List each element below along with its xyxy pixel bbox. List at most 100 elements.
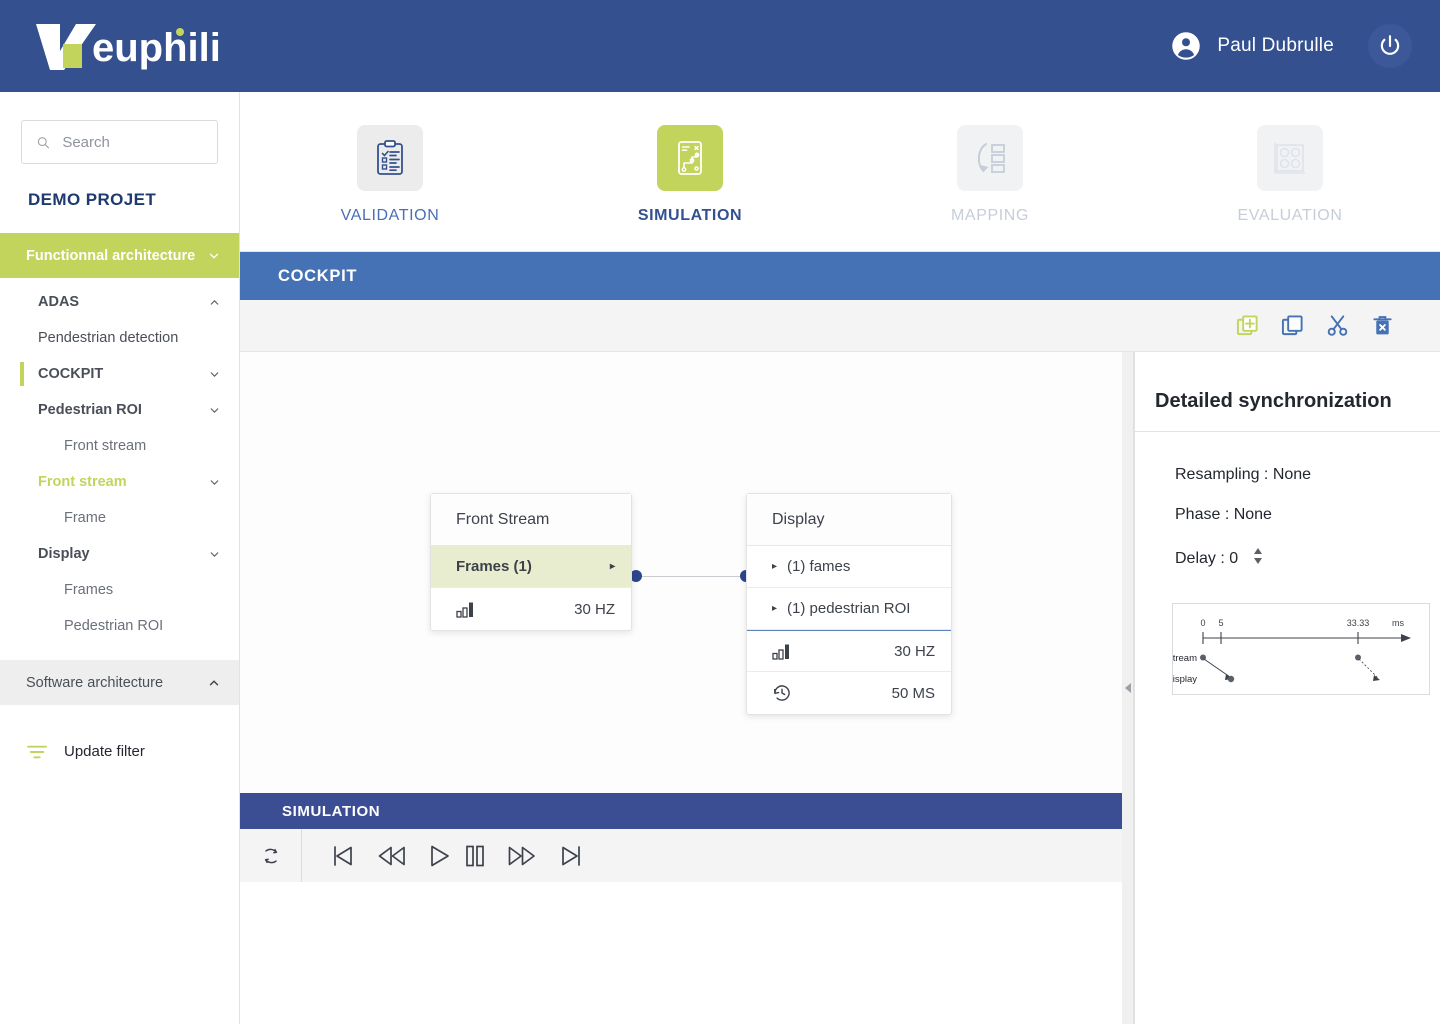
evaluation-grid-icon	[1274, 143, 1305, 174]
chevron-down-icon[interactable]	[208, 476, 221, 489]
tree-item-display[interactable]: Display	[0, 536, 239, 572]
node-title: Front Stream	[431, 494, 631, 546]
resampling-value: Resampling : None	[1175, 466, 1312, 483]
tree-item-label: Display	[38, 546, 90, 562]
search-input[interactable]	[62, 133, 203, 151]
brand-logo[interactable]: euphilia	[30, 18, 220, 74]
diagram-canvas[interactable]: Front Stream Frames (1) ▸ 30 HZ Display	[240, 352, 1134, 793]
tree-item-frame[interactable]: Frame	[0, 500, 239, 536]
chevron-down-icon[interactable]	[208, 404, 221, 417]
search-icon	[37, 136, 50, 148]
delay-row: Delay : 0	[1155, 546, 1420, 571]
connection-line	[636, 576, 746, 577]
expander-icon[interactable]: ▸	[772, 561, 777, 572]
tree-item-pedestrian-roi-child[interactable]: Pedestrian ROI	[0, 608, 239, 644]
node-row-label: (1) pedestrian ROI	[787, 600, 911, 617]
search-box[interactable]	[21, 120, 218, 164]
chevron-up-icon	[209, 679, 219, 685]
play-icon[interactable]	[428, 843, 452, 869]
tab-label: EVALUATION	[1237, 207, 1343, 224]
node-display[interactable]: Display ▸ (1) fames ▸ (1) pedestrian ROI	[746, 493, 952, 715]
tree-item-front-stream-child[interactable]: Front stream	[0, 428, 239, 464]
rewind-icon[interactable]	[378, 843, 406, 869]
loop-icon[interactable]	[240, 829, 302, 882]
cut-icon[interactable]	[1326, 314, 1349, 337]
sidebar-section-software-architecture[interactable]: Software architecture	[0, 660, 239, 705]
node-row-latency[interactable]: 50 MS	[747, 672, 951, 714]
panel-collapse-handle[interactable]	[1122, 352, 1134, 1024]
node-row-fames[interactable]: ▸ (1) fames	[747, 546, 951, 588]
filter-icon	[27, 745, 47, 758]
panel-title: Detailed synchronization	[1135, 352, 1440, 432]
tab-validation[interactable]: VALIDATION	[240, 92, 540, 225]
add-icon[interactable]	[1236, 314, 1259, 337]
sidebar-tree: ADAS Pendestrian detection COCKPIT Pedes…	[0, 278, 239, 644]
tab-icon-tile	[357, 125, 423, 191]
euphilia-logo-icon: euphilia	[36, 24, 220, 70]
tree-item-cockpit[interactable]: COCKPIT	[0, 356, 239, 392]
node-front-stream[interactable]: Front Stream Frames (1) ▸ 30 HZ	[430, 493, 632, 631]
sidebar-section-functional-architecture[interactable]: Functionnal architecture	[0, 233, 239, 278]
chevron-down-icon	[209, 253, 219, 259]
fast-forward-icon[interactable]	[508, 843, 536, 869]
node-row-rate[interactable]: 30 HZ	[431, 588, 631, 630]
tab-simulation[interactable]: SIMULATION	[540, 92, 840, 225]
expander-icon[interactable]: ▸	[772, 603, 777, 614]
mapping-arrow-icon	[977, 143, 1005, 173]
user-menu[interactable]: Paul Dubrulle	[1171, 31, 1334, 61]
tree-item-label: Front stream	[64, 438, 147, 454]
top-navigation: VALIDATION SIMULATION MAPPING EVALUATION	[240, 92, 1440, 252]
tab-evaluation[interactable]: EVALUATION	[1140, 92, 1440, 225]
sidebar: DEMO PROJET Functionnal architecture ADA…	[0, 92, 240, 1024]
simulation-controls	[240, 829, 1122, 882]
chevron-left-icon	[1124, 683, 1131, 693]
history-icon	[772, 683, 792, 703]
timeline-event-dot	[1227, 675, 1235, 683]
skip-next-icon[interactable]	[558, 843, 584, 869]
canvas-toolbar	[240, 300, 1440, 352]
tab-label: SIMULATION	[637, 207, 743, 224]
skip-previous-icon[interactable]	[330, 843, 356, 869]
tree-item-adas[interactable]: ADAS	[0, 284, 239, 320]
tab-label: MAPPING	[951, 207, 1029, 224]
tree-item-front-stream[interactable]: Front stream	[0, 464, 239, 500]
tree-item-label: Front stream	[38, 474, 127, 490]
stepper-up-down-icon[interactable]	[1252, 546, 1264, 571]
tree-item-frames[interactable]: Frames	[0, 572, 239, 608]
tree-item-label: Pendestrian detection	[38, 330, 179, 346]
update-filter-button[interactable]: Update filter	[0, 705, 239, 760]
account-circle-icon	[1172, 32, 1201, 60]
content-title-bar: COCKPIT	[240, 252, 1440, 300]
node-row-value: 50 MS	[891, 684, 935, 702]
phase-value: Phase : None	[1175, 506, 1272, 523]
simulation-title-bar: SIMULATION	[240, 793, 1122, 829]
tree-item-pedestrian-roi[interactable]: Pedestrian ROI	[0, 392, 239, 428]
chevron-up-icon[interactable]	[208, 296, 221, 309]
node-row-frames[interactable]: Frames (1) ▸	[431, 546, 631, 588]
power-button[interactable]	[1368, 24, 1412, 68]
tab-mapping[interactable]: MAPPING	[840, 92, 1140, 225]
sidebar-section-label: Functionnal architecture	[26, 247, 196, 264]
chevron-down-icon[interactable]	[208, 548, 221, 561]
tree-item-label: COCKPIT	[38, 366, 104, 382]
sidebar-section-label: Software architecture	[26, 674, 164, 691]
delete-icon[interactable]	[1371, 314, 1394, 337]
expander-icon[interactable]: ▸	[610, 561, 615, 572]
app-header: euphilia Paul Dubrulle	[0, 0, 1440, 92]
tree-item-label: Frames	[64, 582, 114, 598]
pause-icon[interactable]	[464, 843, 486, 869]
node-row-pedestrian-roi[interactable]: ▸ (1) pedestrian ROI	[747, 588, 951, 630]
sidebar-search-wrap	[0, 92, 239, 164]
chevron-down-icon[interactable]	[208, 368, 221, 381]
tree-item-label: Pedestrian ROI	[64, 618, 164, 634]
tree-item-pendestrian-detection[interactable]: Pendestrian detection	[0, 320, 239, 356]
copy-icon[interactable]	[1281, 314, 1304, 337]
svg-text:euphilia: euphilia	[92, 26, 220, 70]
power-icon	[1380, 35, 1400, 55]
node-row-rate[interactable]: 30 HZ	[747, 630, 951, 672]
tick-label-0: 0	[1200, 618, 1205, 628]
application-window: euphilia Paul Dubrulle	[0, 0, 1440, 1024]
page-title: COCKPIT	[278, 266, 358, 285]
clipboard-check-icon	[377, 140, 403, 175]
node-row-label-wrap: ▸ (1) pedestrian ROI	[772, 600, 910, 617]
